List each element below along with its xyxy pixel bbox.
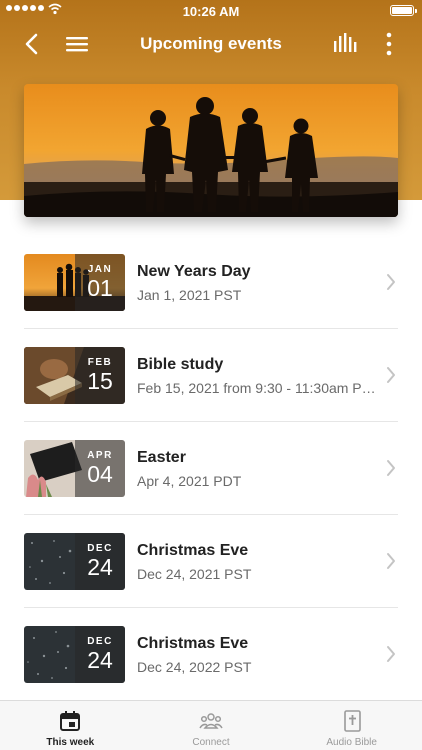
event-month: FEB [87,357,113,368]
event-subtitle: Jan 1, 2021 PST [137,287,242,303]
event-thumbnail: DEC 24 [24,626,125,683]
event-title: Christmas Eve [137,635,249,652]
event-day: 01 [87,275,113,301]
event-row[interactable]: FEB 15 Bible study Feb 15, 2021 from 9:3… [0,329,422,422]
hero-image [24,84,398,217]
tab-label: Connect [192,737,230,748]
more-options-icon[interactable] [380,30,398,58]
event-day: 04 [87,461,113,487]
menu-icon[interactable] [64,34,90,54]
event-subtitle: Apr 4, 2021 PDT [137,473,242,489]
chevron-right-icon [387,460,395,476]
back-icon[interactable] [22,32,42,56]
event-thumbnail: FEB 15 [24,347,125,404]
event-subtitle: Dec 24, 2022 PST [137,659,252,675]
chevron-right-icon [387,274,395,290]
event-day: 15 [87,368,113,394]
event-month: DEC [87,636,113,647]
event-row[interactable]: DEC 24 Christmas Eve Dec 24, 2021 PST [0,515,422,608]
tab-bar: This week Connect Audio Bible [0,700,422,750]
event-title: Easter [137,449,186,466]
event-date-badge: DEC 24 [75,533,125,590]
event-date-badge: FEB 15 [75,347,125,404]
event-subtitle: Feb 15, 2021 from 9:30 - 11:30am PST [137,380,377,396]
tab-this-week[interactable]: This week [0,701,141,750]
event-day: 24 [87,554,113,580]
tab-audio-bible[interactable]: Audio Bible [281,701,422,750]
battery-icon [390,5,417,16]
event-month: JAN [87,264,113,275]
event-thumbnail: JAN 01 [24,254,125,311]
event-row[interactable]: DEC 24 Christmas Eve Dec 24, 2022 PST [0,608,422,701]
event-month: DEC [87,543,113,554]
chevron-right-icon [387,646,395,662]
event-title: New Years Day [137,263,251,280]
people-icon [199,713,223,729]
event-month: APR [87,450,113,461]
nav-bar: Upcoming events [0,22,422,66]
event-title: Bible study [137,356,224,373]
event-date-badge: APR 04 [75,440,125,497]
status-time: 10:26 AM [182,4,240,19]
event-row[interactable]: APR 04 Easter Apr 4, 2021 PDT [0,422,422,515]
event-subtitle: Dec 24, 2021 PST [137,566,252,582]
event-date-badge: JAN 01 [75,254,125,311]
event-date-badge: DEC 24 [75,626,125,683]
chevron-right-icon [387,367,395,383]
status-bar: 10:26 AM [0,0,422,22]
event-day: 24 [87,647,113,673]
chevron-right-icon [387,553,395,569]
bible-icon [343,710,361,732]
tab-connect[interactable]: Connect [141,701,282,750]
event-row[interactable]: JAN 01 New Years Day Jan 1, 2021 PST [0,236,422,329]
tab-label: Audio Bible [326,737,377,748]
calendar-icon [60,711,81,731]
tab-label: This week [46,737,95,748]
event-thumbnail: DEC 24 [24,533,125,590]
event-list: JAN 01 New Years Day Jan 1, 2021 PST FEB… [0,236,422,701]
event-title: Christmas Eve [137,542,249,559]
chart-bars-icon[interactable] [332,32,358,54]
event-thumbnail: APR 04 [24,440,125,497]
